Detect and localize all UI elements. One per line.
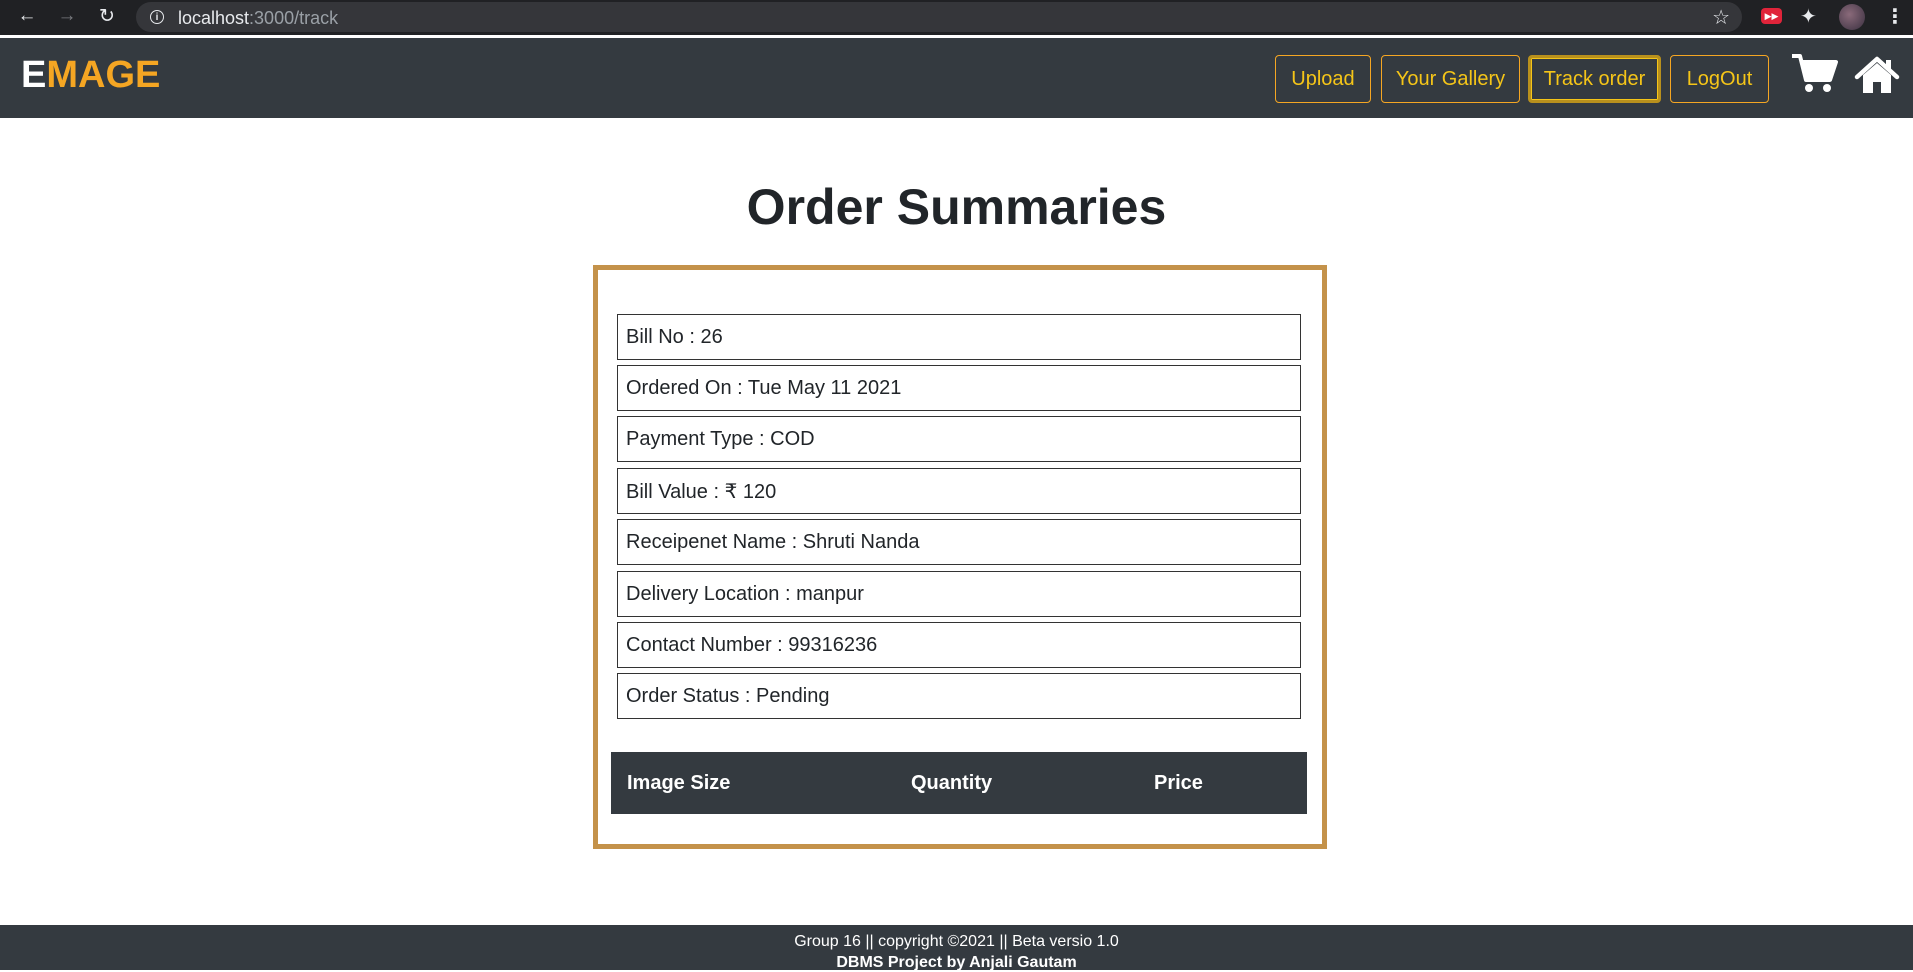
column-header-price: Price [1154, 772, 1203, 794]
url-path: :3000/track [249, 8, 339, 28]
brand-rest: MAGE [46, 54, 161, 96]
reload-icon[interactable]: ↻ [96, 5, 118, 27]
extensions-puzzle-icon[interactable]: ✦ [1800, 4, 1817, 29]
logout-button[interactable]: LogOut [1670, 55, 1769, 103]
bill-value-field: Bill Value : ₹ 120 [617, 468, 1301, 514]
brand-first-letter: E [21, 54, 47, 96]
payment-type-field: Payment Type : COD [617, 416, 1301, 462]
browser-toolbar: ← → ↻ i localhost:3000/track ☆ ▶▶ ✦ ⋮ [0, 0, 1913, 35]
brand-logo[interactable]: EMAGE [21, 54, 160, 97]
order-items-table-header: Image Size Quantity Price [611, 752, 1307, 814]
your-gallery-button[interactable]: Your Gallery [1381, 55, 1520, 103]
extension-icon[interactable]: ▶▶ [1761, 8, 1782, 24]
address-bar[interactable]: i localhost:3000/track ☆ [136, 2, 1742, 32]
footer-credit: DBMS Project by Anjali Gautam [836, 954, 1077, 971]
url-text[interactable]: localhost:3000/track [178, 8, 338, 29]
order-summary-card: Bill No : 26 Ordered On : Tue May 11 202… [593, 265, 1327, 849]
upload-button[interactable]: Upload [1275, 55, 1371, 103]
browser-menu-icon[interactable]: ⋮ [1885, 4, 1905, 29]
page-title: Order Summaries [746, 179, 1167, 235]
bill-no-field: Bill No : 26 [617, 314, 1301, 360]
forward-arrow-icon[interactable]: → [56, 5, 78, 27]
column-header-quantity: Quantity [911, 772, 993, 794]
site-navbar: EMAGE Upload Your Gallery Track order Lo… [0, 38, 1913, 118]
ordered-on-field: Ordered On : Tue May 11 2021 [617, 365, 1301, 411]
profile-avatar[interactable] [1839, 4, 1865, 30]
url-host: localhost [178, 8, 250, 28]
column-header-image-size: Image Size [627, 772, 731, 794]
delivery-location-field: Delivery Location : manpur [617, 571, 1301, 617]
track-order-button[interactable]: Track order [1528, 55, 1661, 103]
site-footer: Group 16 || copyright ©2021 || Beta vers… [0, 925, 1913, 971]
back-arrow-icon[interactable]: ← [16, 5, 38, 27]
home-icon[interactable] [1854, 55, 1900, 95]
recipient-name-field: Receipenet Name : Shruti Nanda [617, 519, 1301, 565]
contact-number-field: Contact Number : 99316236 [617, 622, 1301, 668]
order-status-field: Order Status : Pending [617, 673, 1301, 719]
footer-copyright: Group 16 || copyright ©2021 || Beta vers… [794, 933, 1119, 950]
bookmark-star-icon[interactable]: ☆ [1712, 5, 1730, 30]
site-info-icon[interactable]: i [150, 10, 164, 24]
cart-icon[interactable] [1790, 52, 1838, 94]
